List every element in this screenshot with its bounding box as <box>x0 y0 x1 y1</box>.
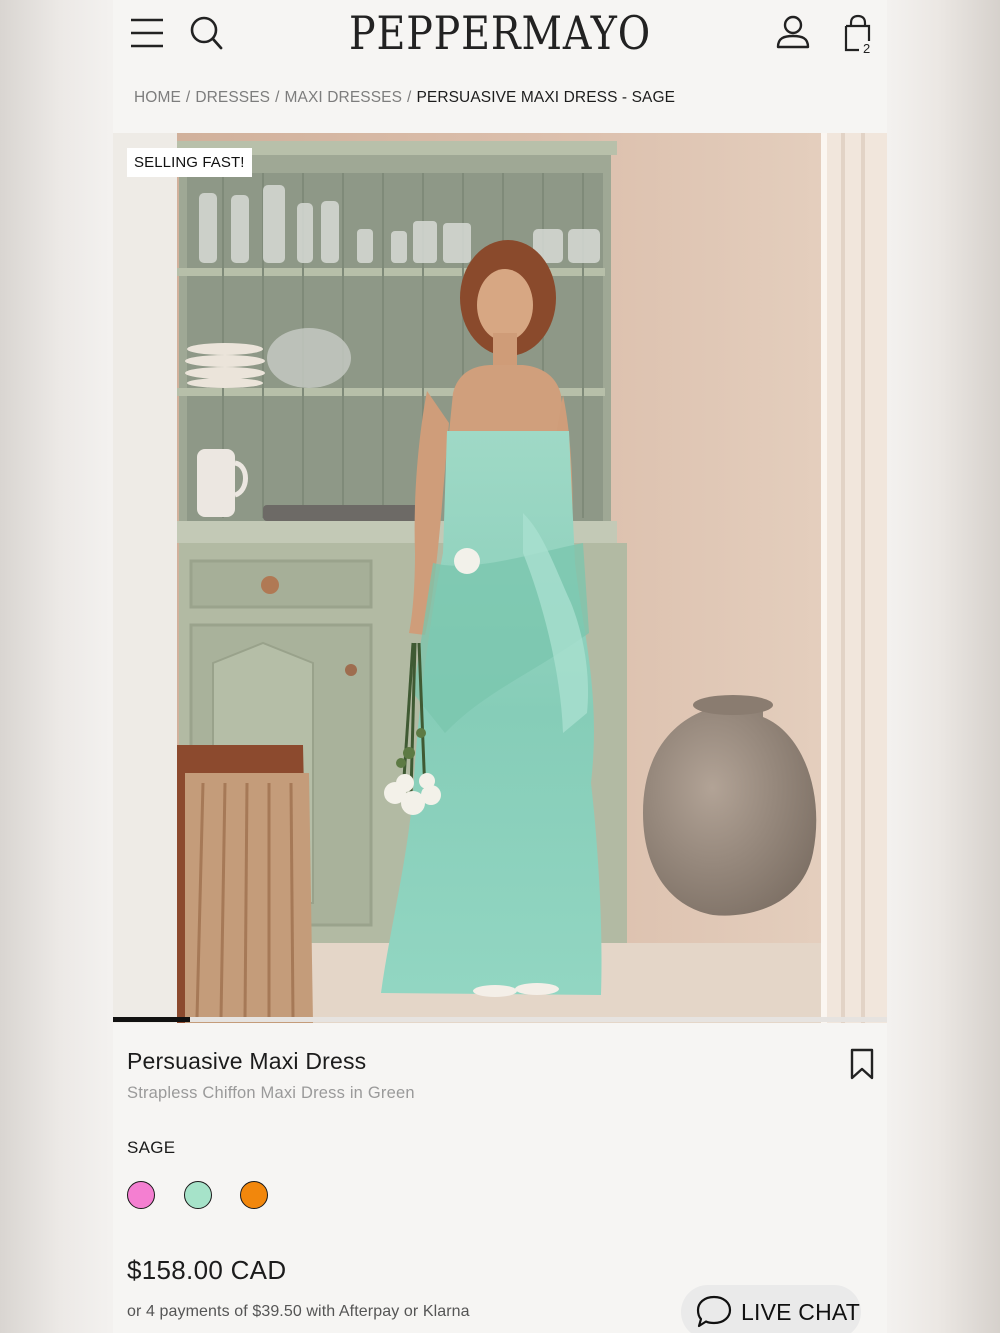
search-icon[interactable] <box>189 15 223 51</box>
installments-text: or 4 payments of $39.50 with Afterpay or… <box>127 1303 470 1320</box>
selected-color-label: SAGE <box>127 1138 176 1157</box>
breadcrumb-separator: / <box>407 89 412 106</box>
gallery-progress-fill <box>113 1017 191 1022</box>
breadcrumb-separator: / <box>275 89 280 106</box>
product-page: PEPPERMAYO 2 HOME / DRESSES / MAXI DRESSES / P… <box>113 0 887 1333</box>
breadcrumb-dresses[interactable]: DRESSES <box>195 89 270 106</box>
product-photo <box>113 133 887 1023</box>
product-price: $158.00 CAD <box>127 1255 287 1285</box>
product-subtitle: Strapless Chiffon Maxi Dress in Green <box>127 1084 415 1102</box>
selling-fast-badge: SELLING FAST! <box>127 148 252 177</box>
breadcrumb-maxi-dresses[interactable]: MAXI DRESSES <box>285 89 402 106</box>
color-swatch-pink[interactable] <box>127 1181 155 1209</box>
site-header: PEPPERMAYO 2 <box>113 0 887 70</box>
account-icon[interactable] <box>775 14 811 52</box>
brand-logo[interactable]: PEPPERMAYO <box>305 6 695 60</box>
breadcrumb-current: PERSUASIVE MAXI DRESS - SAGE <box>416 89 676 106</box>
shopping-bag-button[interactable]: 2 <box>841 14 875 58</box>
color-swatch-orange[interactable] <box>240 1181 268 1209</box>
cart-count-badge: 2 <box>863 41 871 56</box>
breadcrumb-home[interactable]: HOME <box>134 89 181 106</box>
product-title: Persuasive Maxi Dress <box>127 1048 367 1074</box>
chat-bubble-icon <box>696 1295 732 1328</box>
breadcrumb-separator: / <box>185 89 191 106</box>
live-chat-label: LIVE CHAT <box>741 1298 860 1325</box>
gallery-progress-track <box>113 1017 887 1022</box>
live-chat-button[interactable]: LIVE CHAT <box>681 1285 861 1333</box>
menu-icon[interactable] <box>130 16 164 50</box>
color-swatch-sage[interactable] <box>184 1181 212 1209</box>
product-image-gallery[interactable]: SELLING FAST! <box>113 133 887 1023</box>
breadcrumb: HOME / DRESSES / MAXI DRESSES / PERSUASIVE MAX… <box>134 89 675 107</box>
bookmark-icon[interactable] <box>850 1048 874 1080</box>
